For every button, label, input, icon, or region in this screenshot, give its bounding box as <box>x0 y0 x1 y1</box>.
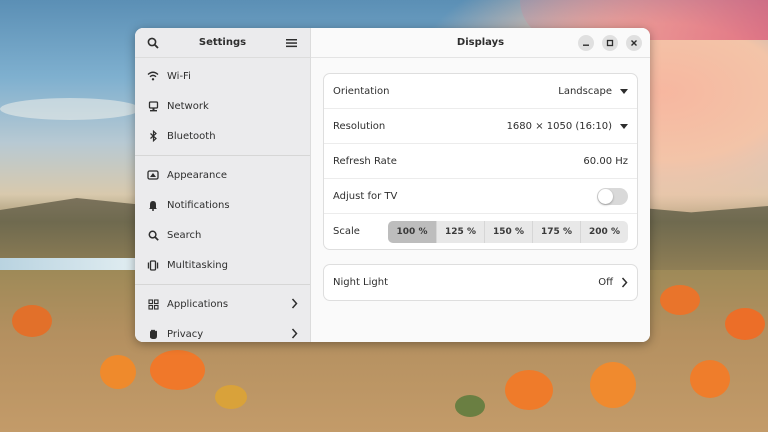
tree <box>660 285 700 315</box>
sidebar-title: Settings <box>198 37 247 48</box>
tree <box>455 395 485 417</box>
scale-option-125[interactable]: 125 % <box>436 220 484 243</box>
sidebar-item-multitasking[interactable]: Multitasking <box>135 250 310 280</box>
toggle-knob <box>598 188 613 204</box>
sidebar-item-appearance[interactable]: Appearance <box>135 160 310 190</box>
orientation-label: Orientation <box>333 85 390 97</box>
maximize-icon <box>606 39 614 47</box>
orientation-row[interactable]: Orientation Landscape <box>324 74 637 109</box>
sidebar-item-label: Appearance <box>167 169 228 181</box>
orientation-dropdown[interactable]: Landscape <box>558 86 628 97</box>
dropdown-arrow-icon <box>620 88 628 94</box>
sidebar-item-label: Search <box>167 229 202 241</box>
night-light-status: Off <box>598 277 628 288</box>
chevron-right-icon <box>291 328 298 342</box>
search-icon <box>147 37 159 49</box>
window-controls <box>578 35 642 51</box>
sidebar-item-applications[interactable]: Applications <box>135 289 310 319</box>
resolution-row[interactable]: Resolution 1680 × 1050 (16:10) <box>324 109 637 144</box>
adjust-tv-label: Adjust for TV <box>333 190 398 202</box>
page-title: Displays <box>456 37 505 48</box>
tree <box>690 360 730 398</box>
tree <box>505 370 553 410</box>
night-light-row[interactable]: Night Light Off <box>324 265 637 300</box>
hamburger-icon <box>286 38 298 47</box>
refresh-rate-label: Refresh Rate <box>333 155 397 167</box>
chevron-right-icon <box>621 277 628 288</box>
scale-option-150[interactable]: 150 % <box>484 220 532 243</box>
wifi-icon <box>146 69 160 83</box>
close-button[interactable] <box>626 35 642 51</box>
sidebar-item-wifi[interactable]: Wi-Fi <box>135 61 310 91</box>
night-light-label: Night Light <box>333 277 388 288</box>
tree <box>150 350 205 390</box>
sidebar-header: Settings <box>135 28 310 58</box>
tree <box>725 308 765 340</box>
scale-selector: 100 % 125 % 150 % 175 % 200 % <box>388 220 628 243</box>
sidebar-list: Wi-Fi Network Bluetooth Appearance Notif… <box>135 58 310 342</box>
sidebar-item-label: Notifications <box>167 199 230 211</box>
multitasking-icon <box>146 258 160 272</box>
refresh-rate-value: 60.00 Hz <box>583 155 628 167</box>
minimize-icon <box>583 44 589 46</box>
tree <box>12 305 52 337</box>
chevron-right-icon <box>291 298 298 312</box>
sidebar-item-label: Multitasking <box>167 259 228 271</box>
tree <box>100 355 136 389</box>
night-light-card: Night Light Off <box>323 264 638 301</box>
bell-icon <box>146 198 160 212</box>
night-light-value: Off <box>598 277 613 288</box>
resolution-dropdown[interactable]: 1680 × 1050 (16:10) <box>507 121 628 132</box>
orientation-value: Landscape <box>558 85 612 97</box>
scale-label: Scale <box>333 226 360 237</box>
sidebar-item-label: Bluetooth <box>167 130 216 142</box>
main-panel: Displays Orientation Landscape Resolutio… <box>311 28 650 342</box>
main-header: Displays <box>311 28 650 58</box>
sidebar-divider <box>135 155 310 156</box>
grid-icon <box>146 297 160 311</box>
scale-option-100[interactable]: 100 % <box>388 220 436 243</box>
sidebar-divider <box>135 284 310 285</box>
scale-option-175[interactable]: 175 % <box>532 220 580 243</box>
network-icon <box>146 99 160 113</box>
sidebar: Settings Wi-Fi Network Bluetooth Appeara… <box>135 28 311 342</box>
display-settings-card: Orientation Landscape Resolution 1680 × … <box>323 73 638 250</box>
adjust-tv-toggle[interactable] <box>597 187 628 205</box>
search-icon <box>146 228 160 242</box>
search-button[interactable] <box>144 34 162 52</box>
settings-window: Settings Wi-Fi Network Bluetooth Appeara… <box>135 28 650 342</box>
scale-option-200[interactable]: 200 % <box>580 220 628 243</box>
sidebar-item-label: Network <box>167 100 209 112</box>
sidebar-item-search[interactable]: Search <box>135 220 310 250</box>
menu-button[interactable] <box>283 34 301 52</box>
sidebar-item-label: Privacy <box>167 328 204 340</box>
resolution-value: 1680 × 1050 (16:10) <box>506 120 612 132</box>
hand-icon <box>146 327 160 341</box>
resolution-label: Resolution <box>333 120 386 132</box>
bluetooth-icon <box>146 129 160 143</box>
scale-row: Scale 100 % 125 % 150 % 175 % 200 % <box>324 214 637 249</box>
sidebar-item-label: Applications <box>167 298 229 310</box>
minimize-button[interactable] <box>578 35 594 51</box>
sidebar-item-network[interactable]: Network <box>135 91 310 121</box>
close-icon <box>631 40 637 46</box>
sidebar-item-bluetooth[interactable]: Bluetooth <box>135 121 310 151</box>
sidebar-item-label: Wi-Fi <box>167 70 191 82</box>
tree <box>215 385 247 409</box>
tree <box>590 362 636 408</box>
dropdown-arrow-icon <box>620 123 628 129</box>
white-cloud <box>0 98 140 120</box>
sidebar-item-privacy[interactable]: Privacy <box>135 319 310 342</box>
sidebar-item-notifications[interactable]: Notifications <box>135 190 310 220</box>
refresh-rate-row: Refresh Rate 60.00 Hz <box>324 144 637 179</box>
maximize-button[interactable] <box>602 35 618 51</box>
adjust-tv-row: Adjust for TV <box>324 179 637 214</box>
appearance-icon <box>146 168 160 182</box>
